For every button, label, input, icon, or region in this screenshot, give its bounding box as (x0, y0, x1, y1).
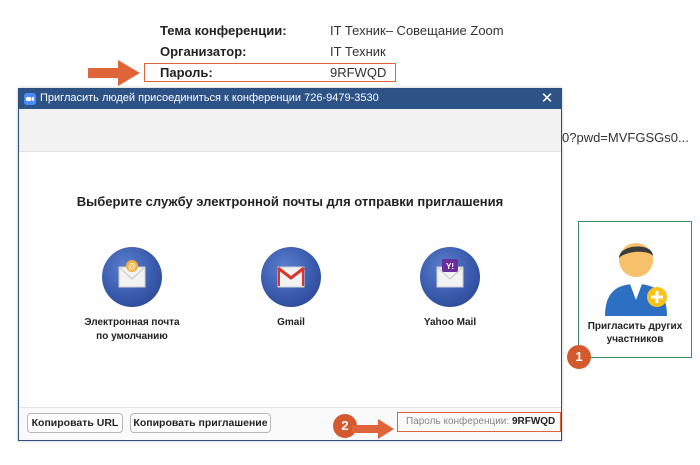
arrow-to-password (88, 60, 140, 86)
host-value: IT Техник (330, 44, 386, 59)
dialog-tab-area (19, 109, 561, 152)
service-yahoo-mail-label: Yahoo Mail (423, 317, 477, 328)
password-highlight-box (144, 63, 396, 82)
invite-participants-card[interactable]: Пригласить других участников (578, 221, 692, 358)
add-participant-icon (605, 243, 667, 316)
service-gmail[interactable]: Gmail (221, 247, 361, 330)
default-email-icon: @ (102, 247, 162, 307)
service-default-email[interactable]: @ Электронная почта по умолчанию (62, 247, 202, 344)
invite-participants-label: Пригласить других участников (587, 321, 683, 345)
footer-password-value: 9RFWQD (511, 416, 556, 427)
topic-value: IT Техник– Совещание Zoom (330, 23, 504, 38)
service-yahoo-mail[interactable]: Y! Yahoo Mail (380, 247, 520, 330)
zoom-logo-icon (24, 93, 36, 105)
dialog-title: Пригласить людей присоединиться к конфер… (40, 92, 379, 104)
step-badge-1: 1 (567, 345, 591, 369)
meeting-url-fragment: 0?pwd=MVFGSGs0... (562, 130, 689, 145)
footer-password-box: Пароль конференции: 9RFWQD (397, 412, 561, 432)
dialog-footer: Копировать URL Копировать приглашение Па… (19, 407, 561, 440)
svg-text:@: @ (128, 262, 136, 271)
yahoo-mail-icon: Y! (420, 247, 480, 307)
gmail-icon (261, 247, 321, 307)
copy-invitation-button[interactable]: Копировать приглашение (130, 413, 271, 433)
arrow-to-footer-password (352, 419, 394, 439)
close-icon[interactable]: ✕ (539, 90, 555, 108)
copy-url-button[interactable]: Копировать URL (27, 413, 123, 433)
dialog-titlebar: Пригласить людей присоединиться к конфер… (19, 89, 561, 109)
topic-label: Тема конференции: (160, 23, 287, 38)
invite-dialog: Пригласить людей присоединиться к конфер… (18, 88, 562, 441)
footer-password-label: Пароль конференции: (406, 416, 510, 427)
service-default-email-label: Электронная почта по умолчанию (84, 317, 180, 342)
service-heading: Выберите службу электронной почты для от… (76, 194, 504, 209)
host-label: Организатор: (160, 44, 247, 59)
svg-text:Y!: Y! (446, 262, 454, 271)
service-gmail-label: Gmail (277, 317, 305, 328)
